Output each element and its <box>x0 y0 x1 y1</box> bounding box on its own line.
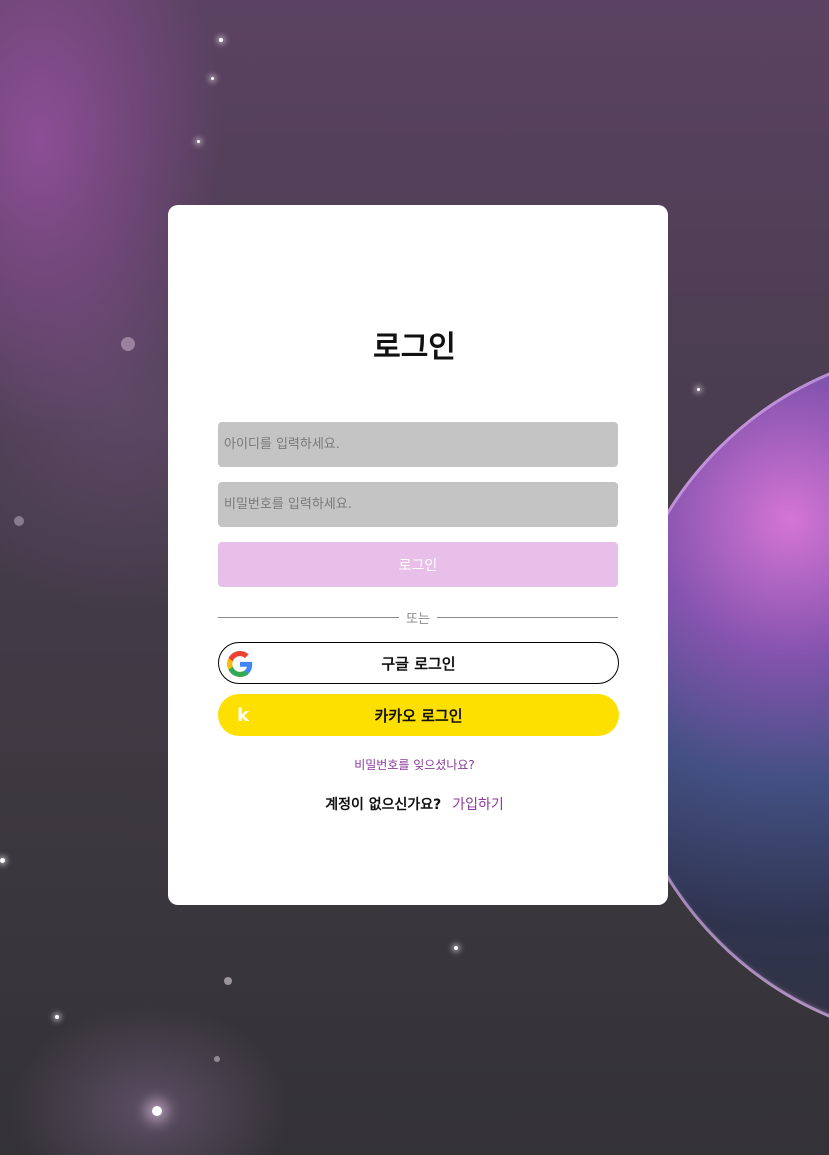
or-divider: 또는 <box>218 607 619 627</box>
star <box>224 977 232 985</box>
star <box>219 38 223 42</box>
signup-link[interactable]: 가입하기 <box>452 797 504 813</box>
star <box>697 388 700 391</box>
password-input[interactable] <box>218 482 618 527</box>
no-account-text: 계정이 없으신가요? <box>325 797 442 813</box>
star <box>55 1015 59 1019</box>
star <box>0 858 5 863</box>
star <box>197 140 200 143</box>
star <box>211 77 214 80</box>
star <box>152 1106 162 1116</box>
kakao-login-label: 카카오 로그인 <box>374 706 463 725</box>
star <box>454 946 458 950</box>
google-logo-icon <box>227 651 253 677</box>
id-input[interactable] <box>218 422 618 467</box>
divider-line <box>436 616 619 618</box>
forgot-password-link[interactable]: 비밀번호를 잊으셨나요? <box>0 756 829 773</box>
divider-text: 또는 <box>406 611 430 627</box>
google-login-button[interactable]: 구글 로그인 <box>218 642 619 684</box>
star <box>214 1056 220 1062</box>
google-login-label: 구글 로그인 <box>381 654 456 673</box>
divider-line <box>218 616 400 618</box>
page-title: 로그인 <box>373 330 456 365</box>
signup-prompt: 계정이 없으신가요? 가입하기 <box>0 794 829 814</box>
login-button[interactable]: 로그인 <box>218 542 618 587</box>
kakao-logo-icon: k <box>237 704 249 726</box>
kakao-login-button[interactable]: k 카카오 로그인 <box>218 694 619 736</box>
star <box>14 516 24 526</box>
